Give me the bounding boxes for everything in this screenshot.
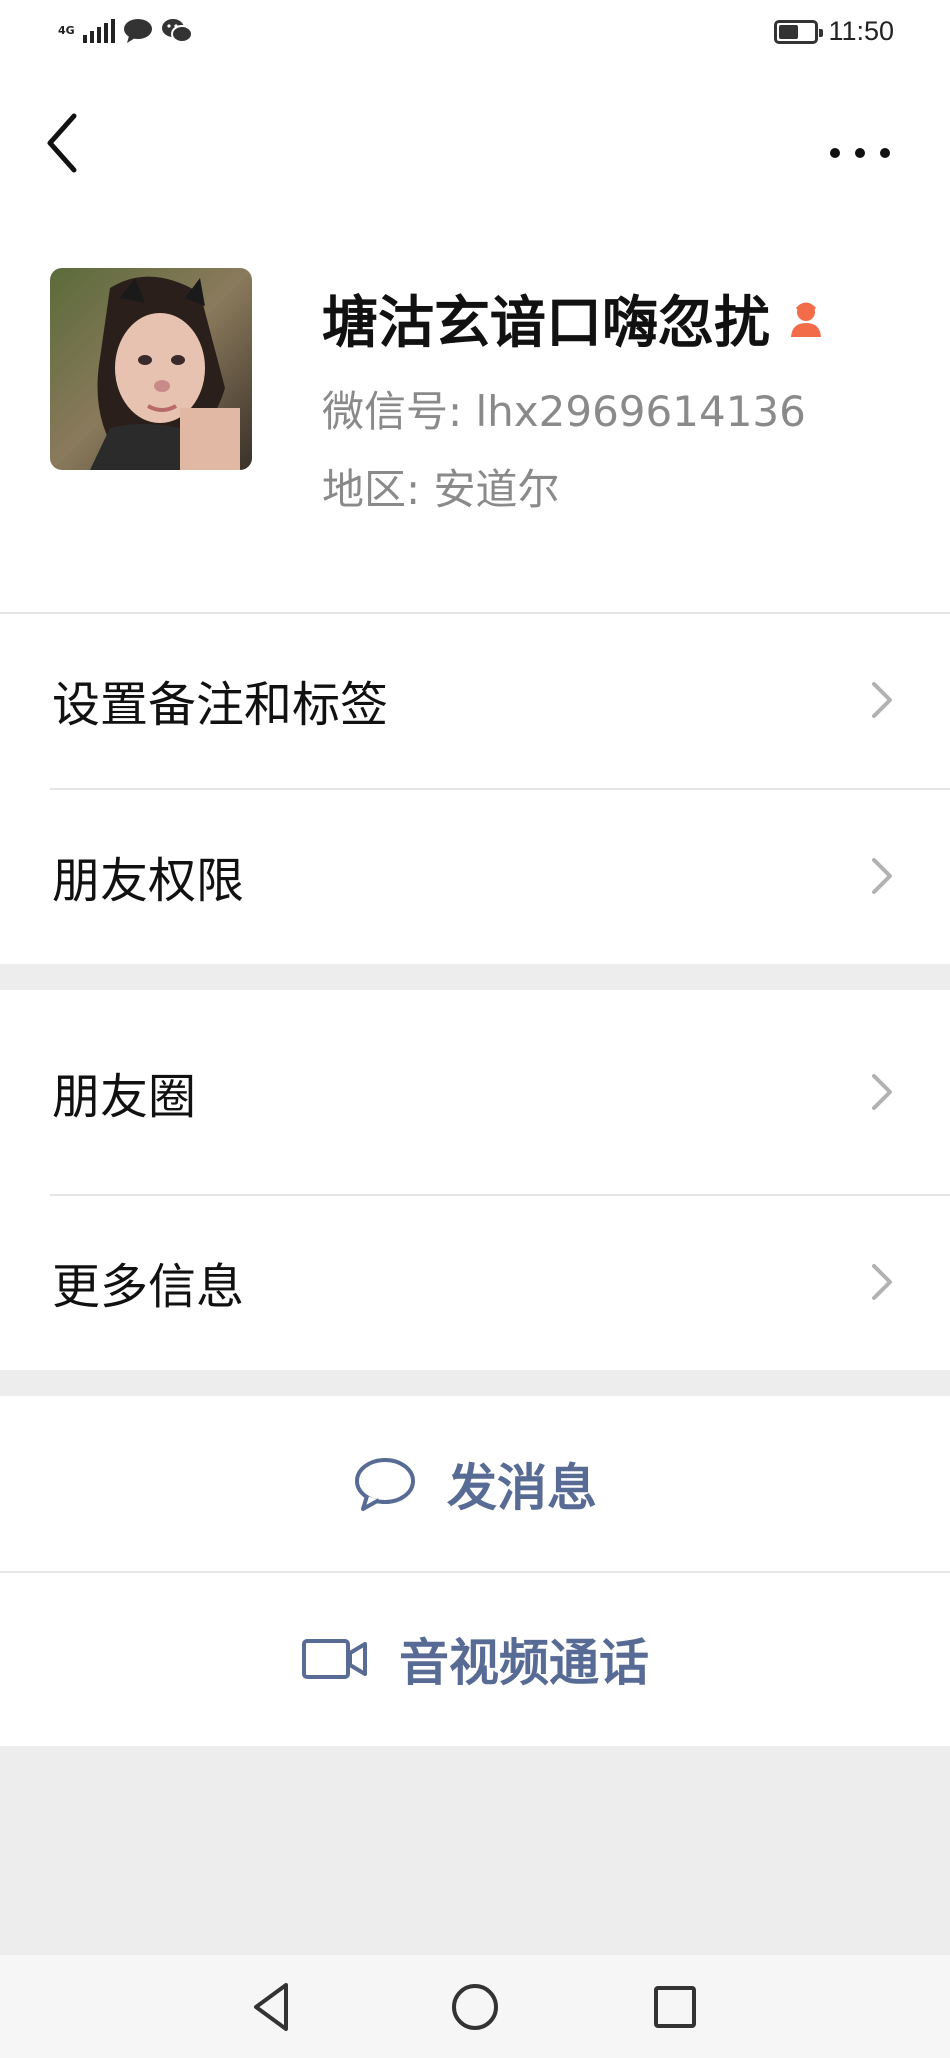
- nav-bar: [0, 68, 950, 218]
- signal-icon: [82, 19, 115, 43]
- chat-bubble-icon: [355, 1457, 415, 1511]
- battery-icon: [774, 19, 824, 44]
- av-call-label: 音视频通话: [399, 1633, 649, 1692]
- female-icon: [791, 302, 821, 337]
- wechat-id: 微信号: lhx2969614136: [322, 387, 806, 436]
- av-call-button[interactable]: 音视频通话: [0, 1571, 950, 1746]
- clock: 11:50: [828, 16, 894, 46]
- system-nav-bar: [0, 1955, 950, 2058]
- info-group: 朋友圈 更多信息: [0, 990, 950, 1370]
- row-remark-tags[interactable]: 设置备注和标签: [0, 612, 950, 788]
- send-message-label: 发消息: [447, 1458, 597, 1517]
- row-more-info[interactable]: 更多信息: [0, 1194, 950, 1370]
- row-label: 朋友圈: [52, 1069, 197, 1125]
- profile-header: 塘沽玄谙口嗨忽扰 微信号: lhx2969614136 地区: 安道尔: [0, 218, 950, 612]
- row-label: 设置备注和标签: [52, 677, 389, 733]
- back-triangle-icon[interactable]: [242, 1977, 302, 2037]
- chevron-left-icon[interactable]: [40, 108, 90, 178]
- more-horizontal-icon[interactable]: [820, 128, 900, 178]
- avatar[interactable]: [50, 268, 252, 470]
- row-friend-permissions[interactable]: 朋友权限: [0, 788, 950, 964]
- battery-fill: [779, 24, 799, 39]
- status-right: 11:50: [774, 16, 894, 47]
- status-bar: 4G 11:50: [0, 0, 950, 68]
- nickname-row: 塘沽玄谙口嗨忽扰: [322, 278, 824, 359]
- chevron-right-icon: [872, 1264, 892, 1300]
- row-label: 更多信息: [52, 1259, 245, 1315]
- network-type: 4G: [58, 24, 75, 37]
- home-circle-icon[interactable]: [445, 1977, 505, 2037]
- video-camera-icon: [302, 1638, 367, 1679]
- row-moments[interactable]: 朋友圈: [0, 990, 950, 1194]
- wechat-icon: [161, 19, 193, 43]
- send-message-button[interactable]: 发消息: [0, 1396, 950, 1571]
- chevron-right-icon: [872, 1074, 892, 1110]
- recents-square-icon[interactable]: [645, 1977, 705, 2037]
- nickname: 塘沽玄谙口嗨忽扰: [322, 291, 770, 356]
- status-left: 4G: [58, 18, 193, 44]
- region: 地区: 安道尔: [322, 465, 560, 514]
- chevron-right-icon: [872, 682, 892, 718]
- chevron-right-icon: [872, 858, 892, 894]
- settings-group: 设置备注和标签 朋友权限: [0, 612, 950, 964]
- message-bubble-icon: [123, 19, 152, 43]
- action-group: 发消息 音视频通话: [0, 1396, 950, 1746]
- row-label: 朋友权限: [52, 853, 245, 909]
